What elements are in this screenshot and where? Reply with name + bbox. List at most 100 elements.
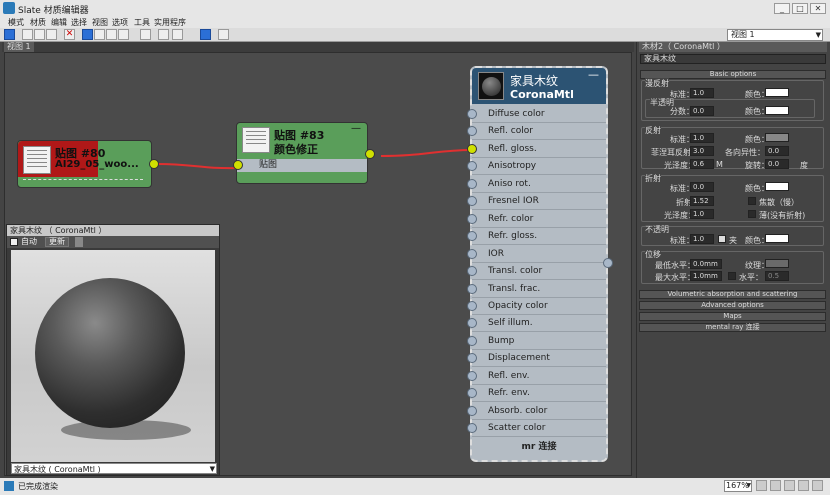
preview-material-dropdown[interactable]: 家具木纹 ( CoronaMtl ) ▼	[11, 463, 217, 474]
mtl-slot[interactable]: Refl. gloss.	[467, 140, 606, 158]
zoom-selected-icon[interactable]	[812, 480, 823, 491]
pan-icon[interactable]	[756, 480, 767, 491]
background-icon[interactable]	[118, 29, 129, 40]
mtl-slot[interactable]: Anisotropy	[467, 158, 606, 176]
input-socket[interactable]	[467, 196, 477, 207]
close-button[interactable]: ✕	[810, 3, 826, 14]
input-socket[interactable]	[467, 353, 477, 364]
assign-material-icon[interactable]	[46, 29, 57, 40]
mtl-slot[interactable]: Opacity color	[467, 297, 606, 315]
reflection-color-swatch[interactable]	[765, 133, 789, 142]
water-level-checkbox[interactable]	[728, 272, 736, 280]
search-icon[interactable]	[218, 29, 229, 40]
fresnel-spinner[interactable]: 3.0	[690, 146, 714, 156]
input-socket[interactable]	[467, 283, 477, 294]
diffuse-color-swatch[interactable]	[765, 88, 789, 97]
node-minimize-button[interactable]: —	[588, 68, 599, 81]
disp-min-spinner[interactable]: 0.0mm	[690, 259, 722, 269]
menu-tools[interactable]: 工具	[134, 17, 150, 28]
mtl-slot[interactable]: Transl. color	[467, 263, 606, 281]
rotation-spinner[interactable]: 0.0	[765, 159, 789, 169]
caustics-checkbox[interactable]	[748, 197, 756, 205]
output-socket[interactable]	[603, 258, 613, 268]
node-corona-mtl[interactable]: 家具木纹 CoronaMtl — Diffuse color Refl. colo…	[467, 66, 613, 462]
mtl-slot[interactable]: Refr. gloss.	[467, 228, 606, 246]
rollout-advanced[interactable]: Advanced options	[639, 301, 826, 310]
preview-options-icon[interactable]	[75, 237, 83, 247]
zoom-region-icon[interactable]	[784, 480, 795, 491]
water-level-spinner[interactable]: 0.5	[765, 271, 789, 281]
mtl-slot[interactable]: Scatter color	[467, 420, 606, 438]
refr-gloss-spinner[interactable]: 1.0	[690, 209, 714, 219]
input-socket[interactable]	[467, 423, 477, 434]
diffuse-level-spinner[interactable]: 1.0	[690, 88, 714, 98]
material-map-browser-icon[interactable]	[200, 29, 211, 40]
disp-max-spinner[interactable]: 1.0mm	[690, 271, 722, 281]
input-socket[interactable]	[467, 370, 477, 381]
material-name-field[interactable]: 家具木纹	[640, 54, 826, 64]
tab-view-1[interactable]: 视图 1	[4, 42, 34, 52]
mtl-slot[interactable]: Transl. frac.	[467, 280, 606, 298]
mtl-slot[interactable]: Refl. env.	[467, 367, 606, 385]
input-socket[interactable]	[467, 388, 477, 399]
mtl-slot[interactable]: Refl. color	[467, 123, 606, 141]
refl-gloss-spinner[interactable]: 0.6	[690, 159, 714, 169]
mtl-slot[interactable]: Bump	[467, 332, 606, 350]
mtl-slot[interactable]: Absorb. color	[467, 402, 606, 420]
output-socket[interactable]	[365, 149, 375, 159]
ior-spinner[interactable]: 1.52	[690, 196, 714, 206]
zoom-icon[interactable]	[770, 480, 781, 491]
clip-checkbox[interactable]	[718, 235, 726, 243]
menu-mode[interactable]: 模式	[8, 17, 24, 28]
opacity-level-spinner[interactable]: 1.0	[690, 234, 714, 244]
menu-utilities[interactable]: 实用程序	[154, 17, 186, 28]
input-socket[interactable]	[467, 109, 477, 119]
minimize-button[interactable]: _	[774, 3, 790, 14]
zoom-field[interactable]: 167% ▼	[724, 480, 752, 492]
layout-children-icon[interactable]	[158, 29, 169, 40]
input-socket[interactable]	[467, 335, 477, 346]
menu-view[interactable]: 视图	[92, 17, 108, 28]
hide-unused-slots-icon[interactable]	[94, 29, 105, 40]
node-map-83[interactable]: 贴图 #83 颜色修正 — 贴图	[233, 122, 375, 184]
input-socket[interactable]	[467, 248, 477, 259]
mtl-slot[interactable]: IOR	[467, 245, 606, 263]
disp-texture-button[interactable]	[765, 259, 789, 268]
mtl-slot[interactable]: Self illum.	[467, 315, 606, 333]
refraction-level-spinner[interactable]: 0.0	[690, 182, 714, 192]
menu-material[interactable]: 材质	[30, 17, 46, 28]
menu-edit[interactable]: 编辑	[51, 17, 67, 28]
input-socket[interactable]	[467, 266, 477, 277]
mtl-slot[interactable]: Aniso rot.	[467, 175, 606, 193]
view-dropdown[interactable]: 视图 1 ▼	[727, 29, 823, 41]
thin-checkbox[interactable]	[748, 210, 756, 218]
mtl-slot[interactable]: Fresnel IOR	[467, 193, 606, 211]
select-tool-icon[interactable]	[4, 29, 15, 40]
refl-gloss-map-button[interactable]: M	[716, 160, 723, 169]
node-minimize-button[interactable]: —	[351, 123, 361, 134]
refraction-color-swatch[interactable]	[765, 182, 789, 191]
put-to-scene-icon[interactable]	[34, 29, 45, 40]
menu-options[interactable]: 选项	[112, 17, 128, 28]
rollout-volumetric[interactable]: Volumetric absorption and scattering	[639, 290, 826, 299]
node-map-80[interactable]: 贴图 #80 AI29_05_woo...	[17, 140, 159, 188]
input-socket[interactable]	[467, 318, 477, 329]
translucency-color-swatch[interactable]	[765, 106, 789, 115]
menu-select[interactable]: 选择	[71, 17, 87, 28]
input-socket[interactable]	[467, 300, 477, 311]
move-children-icon[interactable]	[82, 29, 93, 40]
input-socket[interactable]	[467, 143, 477, 154]
translucency-fraction-spinner[interactable]: 0.0	[690, 106, 714, 116]
show-map-icon[interactable]	[106, 29, 117, 40]
mtl-slot[interactable]: Refr. color	[467, 210, 606, 228]
eyedropper-icon[interactable]	[22, 29, 33, 40]
rollout-mental-ray[interactable]: mental ray 连接	[639, 323, 826, 332]
mtl-slot[interactable]: Diffuse color	[467, 106, 606, 123]
input-socket[interactable]	[467, 126, 477, 137]
input-socket[interactable]	[233, 160, 243, 170]
zoom-extents-icon[interactable]	[798, 480, 809, 491]
input-socket[interactable]	[467, 231, 477, 242]
layout-down-icon[interactable]	[172, 29, 183, 40]
input-socket[interactable]	[467, 405, 477, 416]
delete-icon[interactable]: ✕	[64, 29, 75, 40]
